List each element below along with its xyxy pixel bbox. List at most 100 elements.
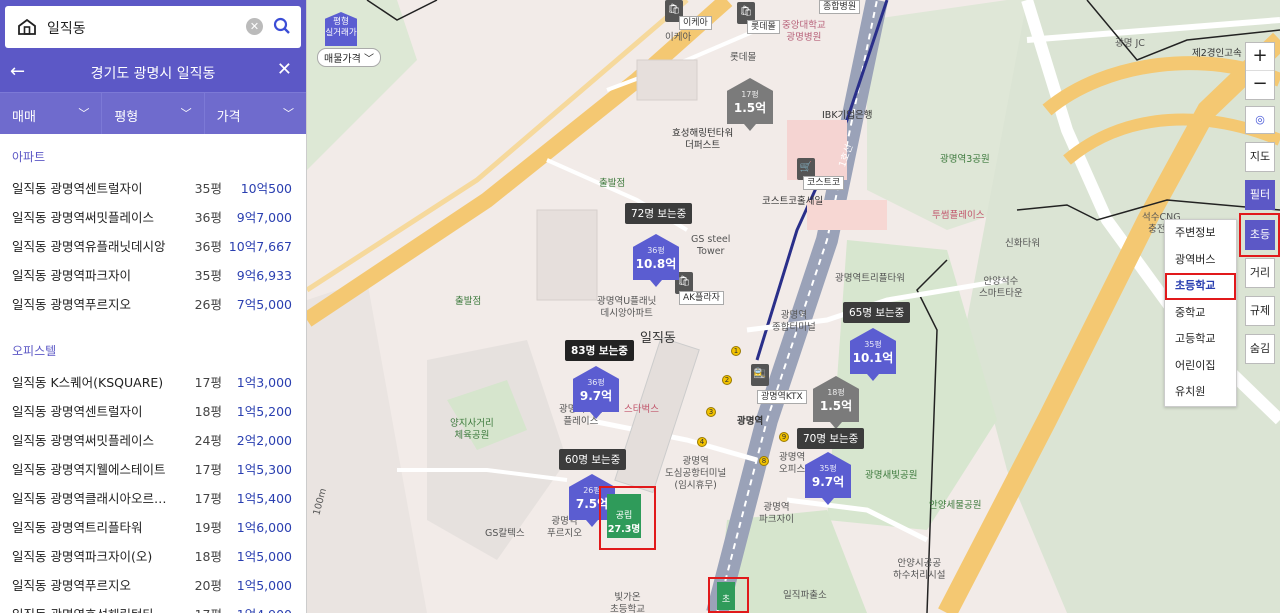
- section-title: 오피스텔: [12, 344, 57, 358]
- listing-row[interactable]: 일직동 광명역푸르지오 20평 1억5,000: [0, 570, 306, 599]
- dropdown-option[interactable]: 주변정보: [1165, 220, 1236, 247]
- map-mode-badge[interactable]: 평형 실거래가 매물가격 ﹀: [317, 12, 381, 67]
- listing-area: 19평: [194, 520, 222, 535]
- dropdown-option[interactable]: 고등학교: [1165, 326, 1236, 353]
- dropdown-option[interactable]: 초등학교: [1165, 273, 1236, 300]
- station-tag[interactable]: 광명역KTX: [757, 390, 807, 404]
- distance-button[interactable]: 거리: [1245, 258, 1275, 288]
- gyeongin-label[interactable]: 제2경인고속: [1192, 48, 1242, 60]
- depart-label-1[interactable]: 출발점: [599, 178, 625, 190]
- sewage-label[interactable]: 안양시공공 하수처리시설: [893, 558, 945, 582]
- listing-row[interactable]: 일직동 광명역지웰에스테이트 17평 1억5,300: [0, 454, 306, 483]
- location-button[interactable]: ◎: [1245, 106, 1275, 134]
- exit-icon[interactable]: 8: [759, 456, 769, 466]
- hide-button[interactable]: 숨김: [1245, 334, 1275, 364]
- ak-tag[interactable]: AK플라자: [679, 291, 724, 305]
- starbucks-label[interactable]: 스타벅스: [624, 404, 659, 416]
- hyosung-label[interactable]: 효성해링턴타워 더퍼스트: [672, 128, 733, 152]
- listing-row[interactable]: 일직동 광명역트리플타워 19평 1억6,000: [0, 512, 306, 541]
- filter-price[interactable]: 가격 ﹀: [205, 93, 306, 134]
- filter-trade-type[interactable]: 매매 ﹀: [0, 93, 103, 134]
- listing-row[interactable]: 일직동 광명역클래시아오르… 17평 1억5,400: [0, 483, 306, 512]
- iljik-label[interactable]: 일직동: [640, 332, 676, 345]
- regulation-button[interactable]: 규제: [1245, 296, 1275, 326]
- listing-row[interactable]: 일직동 광명역효성해링턴타…17평1억4,900: [0, 599, 306, 613]
- zoom-in-button[interactable]: +: [1246, 43, 1274, 71]
- filter-area[interactable]: 평형 ﹀: [102, 93, 205, 134]
- dropdown-option[interactable]: 광역버스: [1165, 247, 1236, 274]
- dropdown-option[interactable]: 중학교: [1165, 300, 1236, 327]
- map-button[interactable]: 지도: [1245, 142, 1275, 172]
- shinhwa-label[interactable]: 신화타워: [1005, 238, 1040, 250]
- listing-row[interactable]: 일직동 광명역유플래닛데시앙 36평 10억7,667: [0, 231, 306, 260]
- anyang-park-label[interactable]: 안양세물공원: [929, 500, 981, 512]
- exit-icon[interactable]: 1: [731, 346, 741, 356]
- costco-label[interactable]: 코스트코홀세일: [762, 196, 823, 208]
- viewer-badge[interactable]: 83명 보는중: [565, 340, 634, 361]
- price-mode-pin[interactable]: 평형 실거래가: [325, 12, 357, 46]
- listing-row[interactable]: 일직동 광명역파크자이(오) 18평 1억5,000: [0, 541, 306, 570]
- costco-tag[interactable]: 코스트코: [803, 176, 845, 190]
- seobit-label[interactable]: 광명새빛공원: [865, 470, 917, 482]
- anyang-town-label[interactable]: 안양석수 스마트타운: [979, 276, 1023, 300]
- price-marker[interactable]: 17평 1.5억: [727, 78, 773, 131]
- doshim-label[interactable]: 광명역 도심공항터미널 (임시휴무): [665, 456, 726, 492]
- lotte-label[interactable]: 롯데몰: [730, 52, 756, 64]
- zoom-out-button[interactable]: −: [1246, 71, 1274, 99]
- listing-row[interactable]: 일직동 K스퀘어(KSQUARE) 17평 1억3,000: [0, 367, 306, 396]
- filter-button[interactable]: 필터: [1245, 180, 1275, 210]
- uplanet-label[interactable]: 광명역U플래닛 데시앙아파트: [597, 296, 656, 320]
- price-marker[interactable]: 18평 1.5억: [813, 376, 859, 429]
- listing-name: 일직동 광명역써밋플레이스: [12, 210, 154, 225]
- search-box[interactable]: 일직동 ✕: [5, 6, 301, 48]
- jc-label[interactable]: 광명 JC: [1115, 38, 1145, 50]
- gs-steel-label[interactable]: GS steel Tower: [691, 234, 730, 258]
- train-station-icon[interactable]: 🚉: [751, 364, 769, 386]
- park3-label[interactable]: 광명역3공원: [940, 154, 990, 166]
- viewer-badge[interactable]: 70명 보는중: [797, 428, 865, 449]
- dropdown-option[interactable]: 유치원: [1165, 379, 1236, 406]
- exit-icon[interactable]: 3: [706, 407, 716, 417]
- exit-icon[interactable]: 9: [779, 432, 789, 442]
- parkxi-label[interactable]: 광명역 파크자이: [759, 502, 794, 526]
- hospital-tag[interactable]: 종합병원: [819, 0, 861, 14]
- terminal-label[interactable]: 광명역 종합터미널: [772, 310, 816, 334]
- viewer-badge[interactable]: 65명 보는중: [843, 302, 911, 323]
- ikea-tag[interactable]: 이케아: [679, 16, 712, 30]
- triple-label[interactable]: 광명역트리플타워: [835, 273, 905, 285]
- clear-icon[interactable]: ✕: [246, 18, 263, 35]
- listing-row[interactable]: 일직동 광명역센트럴자이 18평 1억5,200: [0, 396, 306, 425]
- office-label[interactable]: 광명역 오피스: [779, 452, 805, 476]
- search-icon[interactable]: [272, 16, 292, 36]
- station-label[interactable]: 광명역: [737, 416, 763, 428]
- map-canvas[interactable]: 이케아 롯데몰 중앙대학교 광명병원 IBK기업은행 효성해링턴타워 더퍼스트 …: [307, 0, 1280, 613]
- price-marker[interactable]: 35평 10.1억: [850, 328, 896, 381]
- close-icon[interactable]: ✕: [277, 59, 292, 80]
- exit-icon[interactable]: 2: [722, 375, 732, 385]
- ibk-label[interactable]: IBK기업은행: [822, 110, 873, 122]
- lotte-tag[interactable]: 롯데몰: [747, 20, 780, 34]
- price-marker[interactable]: 36평 10.8억: [633, 234, 679, 287]
- viewer-badge[interactable]: 72명 보는중: [625, 203, 693, 224]
- price-marker[interactable]: 35평 9.7억: [805, 452, 851, 505]
- hospital-label[interactable]: 중앙대학교 광명병원: [782, 20, 826, 44]
- listing-row[interactable]: 일직동 광명역써밋플레이스 24평 2억2,000: [0, 425, 306, 454]
- listing-row[interactable]: 일직동 광명역써밋플레이스 36평 9억7,000: [0, 202, 306, 231]
- viewer-badge[interactable]: 60명 보는중: [559, 449, 627, 470]
- gscaltex-label[interactable]: GS칼텍스: [485, 528, 525, 540]
- listing-row[interactable]: 일직동 광명역센트럴자이 35평 10억500: [0, 173, 306, 202]
- police-label[interactable]: 일직파출소: [783, 590, 827, 602]
- listing-row[interactable]: 일직동 광명역파크자이 35평 9억6,933: [0, 260, 306, 289]
- home-icon[interactable]: [17, 17, 37, 37]
- ikea-label[interactable]: 이케아: [665, 32, 691, 44]
- yangji-label[interactable]: 양지사거리 체육공원: [450, 418, 494, 442]
- dropdown-option[interactable]: 어린이집: [1165, 353, 1236, 380]
- listing-row[interactable]: 일직동 광명역푸르지오 26평 7억5,000: [0, 289, 306, 318]
- depart-label-2[interactable]: 출발점: [455, 296, 481, 308]
- tuem-label[interactable]: 투썸플레이스: [932, 210, 984, 222]
- price-marker[interactable]: 36평 9.7억: [573, 366, 619, 419]
- exit-icon[interactable]: 4: [697, 437, 707, 447]
- listing-price-button[interactable]: 매물가격 ﹀: [317, 48, 381, 67]
- search-input[interactable]: 일직동: [47, 18, 86, 38]
- school-label[interactable]: 빛가온 초등학교: [610, 592, 645, 613]
